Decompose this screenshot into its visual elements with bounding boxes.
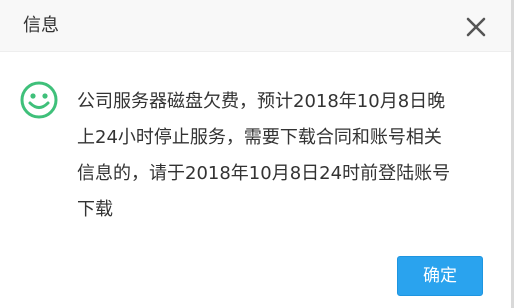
smile-icon [19,80,59,120]
close-icon[interactable] [465,16,487,38]
dialog-message: 公司服务器磁盘欠费，预计2018年10月8日晚 上24小时停止服务，需要下载合同… [77,91,451,220]
dialog-title: 信息 [23,15,59,36]
confirm-button[interactable]: 确定 [397,256,483,296]
dialog-header: 信息 [0,0,511,52]
info-dialog: 信息 公司服务器磁盘欠费，预计2018年10月8日晚 上24小时停止服务，需要下… [0,0,514,308]
